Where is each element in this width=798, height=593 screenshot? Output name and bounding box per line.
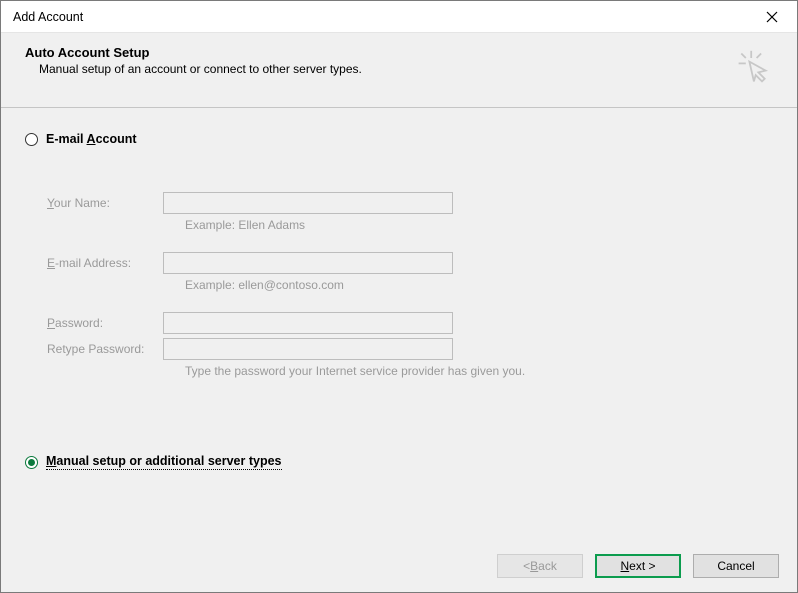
email-hint: Example: ellen@contoso.com [185, 278, 773, 292]
password-label: Password: [47, 316, 163, 330]
yourname-label: Your Name: [47, 196, 163, 210]
email-form: Your Name: Example: Ellen Adams E-mail A… [47, 192, 773, 378]
retype-password-label: Retype Password: [47, 342, 163, 356]
titlebar: Add Account [1, 1, 797, 33]
email-account-radio[interactable]: E-mail Account [25, 132, 773, 146]
manual-setup-radio[interactable]: Manual setup or additional server types [25, 454, 773, 470]
retype-password-input [163, 338, 453, 360]
manual-setup-label: Manual setup or additional server types [46, 454, 282, 470]
content-area: E-mail Account Your Name: Example: Ellen… [1, 108, 797, 470]
wizard-subtitle: Manual setup of an account or connect to… [39, 62, 735, 76]
back-button: < Back [497, 554, 583, 578]
yourname-hint: Example: Ellen Adams [185, 218, 773, 232]
email-account-label: E-mail Account [46, 132, 137, 146]
wizard-header: Auto Account Setup Manual setup of an ac… [1, 33, 797, 93]
password-hint: Type the password your Internet service … [185, 364, 773, 378]
next-button[interactable]: Next > [595, 554, 681, 578]
wizard-button-bar: < Back Next > Cancel [497, 554, 779, 578]
cursor-click-icon [735, 49, 771, 85]
radio-icon [25, 456, 38, 469]
password-input [163, 312, 453, 334]
yourname-input [163, 192, 453, 214]
email-input [163, 252, 453, 274]
radio-icon [25, 133, 38, 146]
email-label: E-mail Address: [47, 256, 163, 270]
close-button[interactable] [757, 2, 787, 32]
cancel-button[interactable]: Cancel [693, 554, 779, 578]
wizard-title: Auto Account Setup [25, 45, 735, 60]
close-icon [766, 11, 778, 23]
window-title: Add Account [13, 10, 757, 24]
